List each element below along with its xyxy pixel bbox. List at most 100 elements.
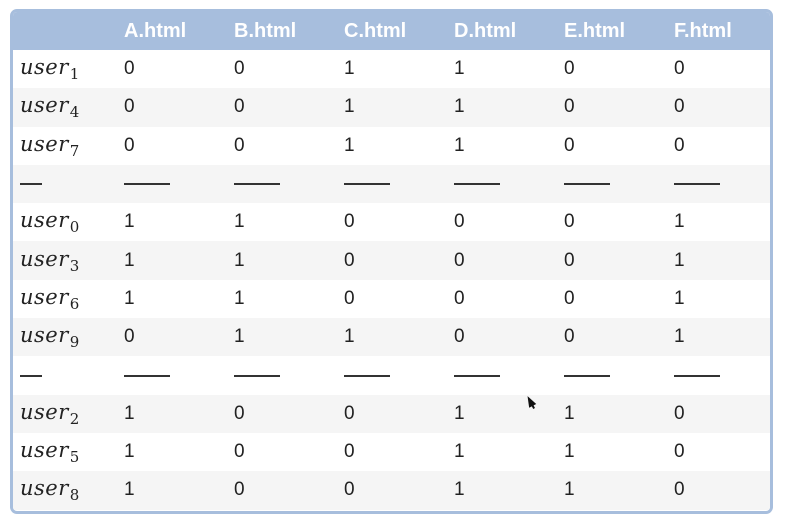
table-cell-value: 1 <box>124 402 135 424</box>
table-cell-value: 1 <box>344 58 355 80</box>
table-cell-value: 1 <box>454 96 465 118</box>
user-page-matrix-table-frame: A.html B.html C.html D.html E.html F.htm… <box>10 9 773 514</box>
table-cell-value: 1 <box>674 249 685 271</box>
header-cell-c-html: C.html <box>344 19 407 42</box>
row-label-user: user3 <box>13 241 124 279</box>
table-cell-value: 0 <box>344 402 355 424</box>
separator-dash-long <box>124 183 170 186</box>
table-cell-value: 1 <box>344 326 355 348</box>
separator-dash-long <box>674 183 720 186</box>
user-label-subscript: 5 <box>69 448 80 467</box>
user-label-base: user <box>20 131 69 156</box>
table-cell-value: 0 <box>234 402 245 424</box>
table-cell-value: 0 <box>234 58 245 80</box>
table-cell-value: 0 <box>674 479 685 501</box>
table-cell-value: 0 <box>344 441 355 463</box>
table-cell-value: 1 <box>344 96 355 118</box>
user-label-subscript: 0 <box>69 218 80 237</box>
table-cell-value: 0 <box>564 249 575 271</box>
header-cell-d-html: D.html <box>454 19 517 42</box>
separator-dash <box>564 356 674 394</box>
header-cell-e-html: E.html <box>564 19 626 42</box>
table-cell-value: 1 <box>344 134 355 156</box>
table-cell-value: 0 <box>234 441 245 463</box>
table-cell-value: 0 <box>124 326 135 348</box>
separator-dash <box>124 165 234 203</box>
table-cell-value: 0 <box>124 58 135 80</box>
table-cell-value: 1 <box>234 326 245 348</box>
row-label-user: user7 <box>13 127 124 165</box>
table-cell-value: 0 <box>564 134 575 156</box>
separator-dash-long <box>344 183 390 186</box>
table-cell-value: 0 <box>234 134 245 156</box>
separator-dash-long <box>454 183 500 186</box>
user-page-matrix-table: A.html B.html C.html D.html E.html F.htm… <box>13 12 770 510</box>
table-header-row: A.html B.html C.html D.html E.html F.htm… <box>13 12 770 50</box>
separator-dash-long <box>674 374 720 377</box>
table-cell-value: 1 <box>124 479 135 501</box>
separator-dash <box>674 356 770 394</box>
row-label-user: user9 <box>13 318 124 356</box>
user-label-base: user <box>20 323 69 348</box>
row-label-user: user6 <box>13 280 124 318</box>
table-cell-value: 1 <box>124 211 135 233</box>
table-cell-value: 0 <box>564 326 575 348</box>
table-cell-value: 0 <box>454 287 465 309</box>
table-row: user6 1 1 0 0 0 1 <box>13 279 770 319</box>
table-cell-value: 0 <box>674 134 685 156</box>
separator-dash <box>564 165 674 203</box>
separator-dash <box>674 165 770 203</box>
table-cell-value: 1 <box>234 287 245 309</box>
table-cell-value: 0 <box>344 479 355 501</box>
table-cell-value: 0 <box>564 58 575 80</box>
separator-dash <box>454 165 564 203</box>
row-label-user: user0 <box>13 203 124 241</box>
user-label-base: user <box>20 55 69 80</box>
table-cell-value: 1 <box>454 441 465 463</box>
table-row: user5 1 0 0 1 1 0 <box>13 432 770 472</box>
separator-dash-long <box>124 374 170 377</box>
table-cell-value: 0 <box>674 441 685 463</box>
separator-dash-long <box>564 374 610 377</box>
table-cell-value: 0 <box>124 96 135 118</box>
table-cell-value: 0 <box>564 96 575 118</box>
table-cell-value: 1 <box>234 211 245 233</box>
table-row: user2 1 0 0 1 1 0 <box>13 394 770 433</box>
table-cell-value: 1 <box>564 479 575 501</box>
separator-dash <box>344 356 454 394</box>
row-label-user: user4 <box>13 88 124 126</box>
table-cell-value: 1 <box>124 441 135 463</box>
separator-dash <box>454 356 564 394</box>
table-cell-value: 1 <box>454 134 465 156</box>
table-cell-value: 0 <box>564 287 575 309</box>
header-cell-a-html: A.html <box>124 19 187 42</box>
row-label-user: user8 <box>13 471 124 509</box>
separator-dash <box>124 356 234 394</box>
table-cell-value: 1 <box>674 287 685 309</box>
separator-row <box>13 164 770 204</box>
table-cell-value: 1 <box>674 211 685 233</box>
table-row: user1 0 0 1 1 0 0 <box>13 50 770 89</box>
separator-dash-long <box>234 183 280 186</box>
user-label-subscript: 4 <box>69 103 80 122</box>
row-label-user: user5 <box>13 433 124 471</box>
separator-dash-long <box>454 374 500 377</box>
table-cell-value: 0 <box>234 96 245 118</box>
user-label-base: user <box>20 284 69 309</box>
separator-dash-short <box>20 183 42 186</box>
table-cell-value: 0 <box>344 211 355 233</box>
table-cell-value: 0 <box>124 134 135 156</box>
table-row: user4 0 0 1 1 0 0 <box>13 88 770 127</box>
user-label-subscript: 6 <box>69 294 80 313</box>
separator-dash <box>234 356 344 394</box>
separator-dash <box>234 165 344 203</box>
user-label-subscript: 1 <box>69 65 80 84</box>
user-label-subscript: 2 <box>69 409 80 428</box>
user-label-subscript: 7 <box>69 141 80 160</box>
row-label-user: user1 <box>13 50 124 88</box>
table-cell-value: 0 <box>674 96 685 118</box>
table-cell-value: 1 <box>564 441 575 463</box>
separator-dash <box>13 356 124 394</box>
table-cell-value: 0 <box>454 211 465 233</box>
table-cell-value: 0 <box>234 479 245 501</box>
